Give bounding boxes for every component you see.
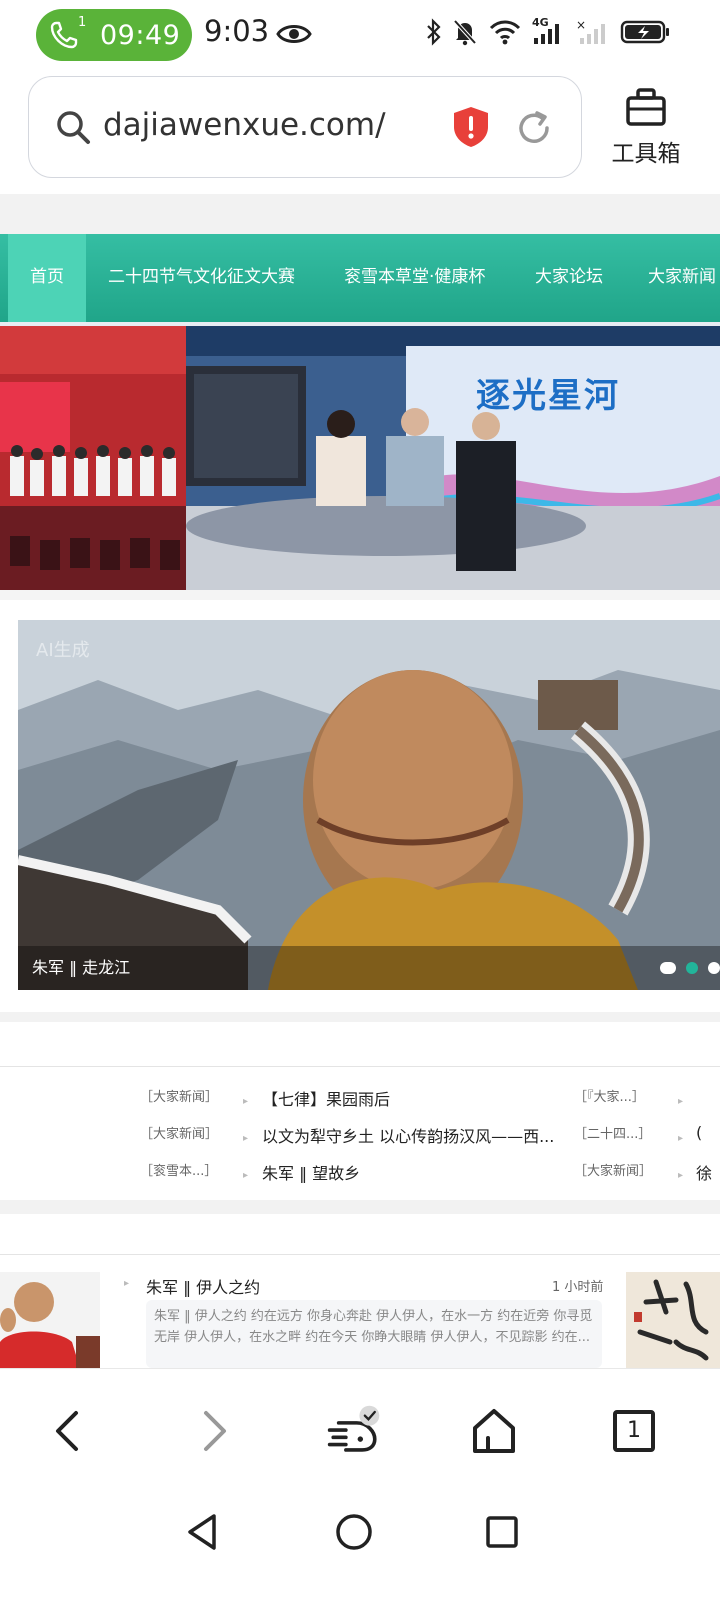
separator [0, 1012, 720, 1022]
nav-home-icon[interactable] [332, 1510, 376, 1554]
phone-icon [50, 21, 78, 49]
eye-icon [276, 25, 312, 43]
svg-text:×: × [576, 18, 586, 32]
back-button[interactable] [40, 1403, 96, 1459]
news-category[interactable]: ［二十四...］ [574, 1123, 651, 1142]
separator [0, 194, 720, 234]
wifi-icon [489, 20, 521, 45]
news-title[interactable]: 【七律】果园雨后 [262, 1086, 562, 1110]
nav-recents-icon[interactable] [480, 1510, 524, 1554]
home-button[interactable] [466, 1403, 522, 1459]
news-category[interactable]: ［大家新闻］ [574, 1160, 652, 1179]
call-timer: 09:49 [100, 20, 181, 51]
nav-item-forum[interactable]: 大家论坛 [535, 234, 603, 322]
separator [0, 590, 720, 600]
ai-assistant-icon [327, 1405, 380, 1452]
news-title[interactable]: 朱军 ‖ 望故乡 [262, 1160, 562, 1184]
separator [0, 1200, 720, 1214]
tv-studio-photo[interactable]: 逐光星河 [186, 326, 720, 590]
slider-dot[interactable] [708, 962, 720, 974]
choir-photo[interactable] [0, 326, 186, 590]
home-icon [473, 1409, 515, 1453]
news-row[interactable]: ［大家新闻］ ▸ 【七律】果园雨后 ［『大家...］ ▸ [0, 1086, 720, 1122]
article-card[interactable]: ▸ 朱军 ‖ 伊人之约 1 小时前 朱军 ‖ 伊人之约 约在远方 你身心奔赴 伊… [0, 1266, 720, 1368]
toolbox-icon [626, 88, 666, 126]
news-category[interactable]: ［衮雪本...］ [140, 1160, 217, 1179]
author-avatar[interactable] [0, 1272, 100, 1368]
bullet-icon: ▸ [678, 1096, 684, 1107]
call-sim-number: 1 [78, 15, 87, 30]
signal-icon: 4G [532, 16, 566, 46]
nav-item-news[interactable]: 大家新闻 [648, 234, 716, 322]
article-time: 1 小时前 [552, 1280, 604, 1295]
bullet-icon: ▸ [243, 1170, 249, 1181]
security-warning-icon[interactable] [451, 105, 491, 149]
forward-button[interactable] [186, 1403, 242, 1459]
bullet-icon: ▸ [678, 1133, 684, 1144]
forward-icon [204, 1411, 226, 1451]
bullet-icon: ▸ [124, 1278, 130, 1289]
news-list: ［大家新闻］ ▸ 【七律】果园雨后 ［『大家...］ ▸ ［大家新闻］ ▸ 以文… [0, 1078, 720, 1200]
slider-image[interactable] [18, 620, 720, 990]
site-nav: 首页 二十四节气文化征文大赛 衮雪本草堂·健康杯 大家论坛 大家新闻 [0, 234, 720, 322]
bullet-icon: ▸ [678, 1170, 684, 1181]
bullet-icon: ▸ [243, 1096, 249, 1107]
news-row[interactable]: ［大家新闻］ ▸ 以文为犁守乡土 以心传韵扬汉风——西... ［二十四...］ … [0, 1123, 720, 1159]
status-bar: 1 09:49 9:03 4G × [0, 0, 720, 70]
toolbox-label: 工具箱 [611, 141, 681, 167]
article-summary[interactable]: 朱军 ‖ 伊人之约 约在远方 你身心奔赴 伊人伊人，在水一方 约在近旁 你寻觅无… [146, 1300, 602, 1368]
tab-count: 1 [627, 1418, 641, 1443]
slider-dot-active[interactable] [686, 962, 698, 974]
nav-item-home[interactable]: 首页 [8, 234, 86, 322]
calligraphy-thumbnail[interactable] [626, 1272, 720, 1368]
news-row[interactable]: ［衮雪本...］ ▸ 朱军 ‖ 望故乡 ［大家新闻］ ▸ 徐 [0, 1160, 720, 1196]
ai-generated-watermark: AI生成 [36, 640, 90, 661]
ongoing-call-pill[interactable]: 1 09:49 [36, 9, 192, 61]
news-title[interactable]: 以文为犁守乡土 以心传韵扬汉风——西... [262, 1123, 562, 1147]
tv-show-title: 逐光星河 [476, 376, 620, 416]
battery-charging-icon [620, 20, 669, 44]
news-category[interactable]: ［大家新闻］ [140, 1123, 218, 1142]
bluetooth-icon [427, 18, 441, 46]
slider-dots [660, 962, 720, 974]
tabs-button[interactable]: 1 [606, 1403, 662, 1459]
news-category[interactable]: ［大家新闻］ [140, 1086, 218, 1105]
news-title-cut[interactable]: 徐 [696, 1160, 712, 1184]
divider [0, 1254, 720, 1255]
browser-toolbar: 1 [0, 1368, 720, 1490]
mute-bell-icon [453, 19, 477, 46]
reload-icon[interactable] [513, 107, 555, 149]
nav-item-health-cup[interactable]: 衮雪本草堂·健康杯 [344, 234, 485, 322]
nav-back-icon[interactable] [182, 1510, 226, 1554]
news-title-cut[interactable]: ( [696, 1123, 702, 1142]
system-navigation-bar [0, 1490, 720, 1600]
clock: 9:03 [204, 14, 270, 48]
article-title[interactable]: 朱军 ‖ 伊人之约 [146, 1274, 260, 1298]
news-category[interactable]: ［『大家...］ [574, 1086, 645, 1105]
bullet-icon: ▸ [243, 1133, 249, 1144]
top-banner[interactable]: 逐光星河 [0, 322, 720, 590]
search-icon[interactable] [53, 107, 93, 147]
nav-item-solar-terms-contest[interactable]: 二十四节气文化征文大赛 [108, 234, 295, 322]
ai-assistant-button[interactable] [326, 1403, 382, 1459]
slider-dot[interactable] [660, 962, 676, 974]
no-signal-icon: × [576, 18, 605, 44]
featured-slider[interactable]: AI生成 朱军 ‖ 走龙江 [18, 620, 720, 990]
toolbox-button[interactable]: 工具箱 [602, 86, 690, 168]
address-bar[interactable]: dajiawenxue.com/ [28, 76, 582, 178]
divider [0, 1066, 720, 1067]
url-text[interactable]: dajiawenxue.com/ [103, 107, 386, 143]
back-icon [56, 1411, 78, 1451]
slider-caption[interactable]: 朱军 ‖ 走龙江 [32, 954, 130, 978]
